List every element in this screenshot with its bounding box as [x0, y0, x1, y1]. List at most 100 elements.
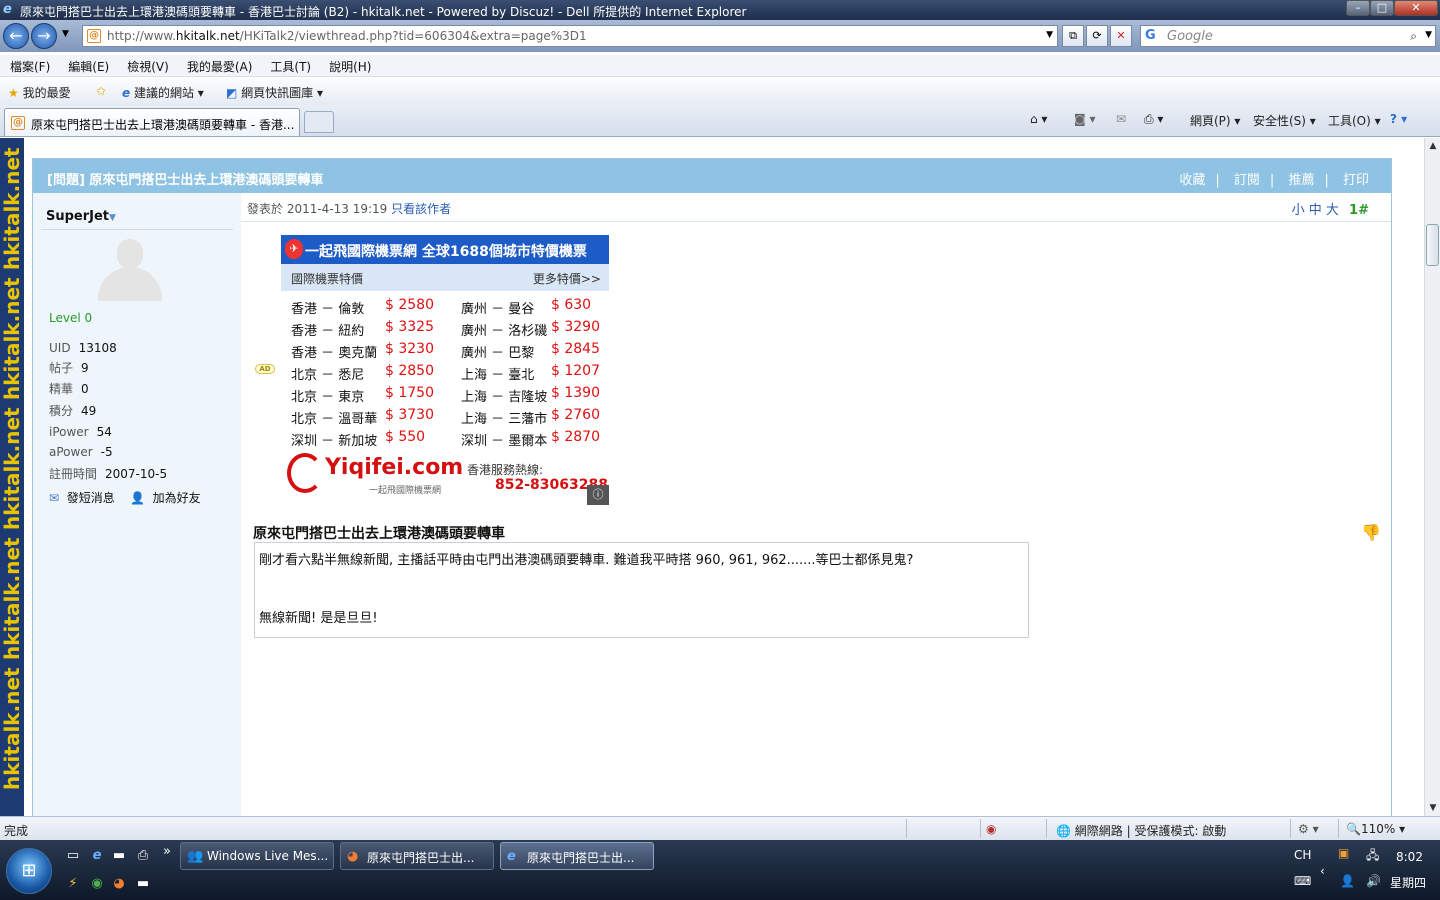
ie-icon: e [122, 86, 131, 100]
home-icon[interactable]: ⌂ ▾ [1030, 112, 1047, 126]
tray-expand-icon[interactable]: ‹ [1320, 864, 1325, 878]
menu-edit[interactable]: 編輯(E) [58, 55, 117, 75]
zoom-control[interactable]: 🔍110% ▾ [1346, 822, 1405, 836]
favorite-thread-link[interactable]: 收藏 [1179, 173, 1205, 188]
author-name[interactable]: SuperJet▼ [46, 209, 116, 224]
print-link[interactable]: 打印 [1343, 173, 1369, 188]
ad-more-link[interactable]: 更多特價>> [533, 270, 601, 287]
more-chevron-icon[interactable]: » [158, 844, 176, 860]
keyboard-icon[interactable]: ⌨ [1294, 874, 1311, 888]
maximize-button[interactable]: □ [1370, 0, 1394, 16]
mail-icon[interactable]: ✉ [1116, 112, 1126, 126]
people-icon[interactable]: 👤 [1340, 874, 1355, 888]
tools-icon[interactable]: ⚙ ▾ [1298, 822, 1319, 836]
feeds-icon[interactable]: ◙ ▾ [1074, 112, 1095, 126]
tab-current[interactable]: @ 原來屯門搭巴士出去上環港澳碼頭要轉車 - 香港... [4, 108, 300, 136]
message-icon: ✉ [49, 491, 60, 505]
add-friend-link[interactable]: 👤 加為好友 [130, 491, 201, 505]
ie-icon[interactable]: e [88, 848, 106, 864]
clock-time[interactable]: 8:02 [1396, 850, 1423, 864]
font-medium-link[interactable]: 中 [1309, 203, 1322, 218]
printer-icon[interactable]: ⎙ [134, 848, 152, 864]
start-button[interactable]: ⊞ [6, 848, 52, 894]
task-ie[interactable]: e 原來屯門搭巴士出... [500, 842, 654, 870]
close-button[interactable]: ✕ [1394, 0, 1438, 16]
favorites-bar: ★ 我的最愛 ✩ e 建議的網站 ▾ ◩ 網頁快訊圖庫 ▾ [0, 78, 1440, 105]
send-pm-link[interactable]: ✉ 發短消息 [49, 491, 115, 505]
scroll-thumb[interactable] [1426, 224, 1439, 266]
firefox-icon[interactable]: ◕ [110, 876, 128, 892]
minimize-button[interactable]: – [1346, 0, 1370, 16]
address-dropdown[interactable]: ▼ [1046, 30, 1053, 40]
flash-icon[interactable]: ⚡ [64, 876, 82, 892]
safety-menu[interactable]: 安全性(S) ▾ [1253, 112, 1316, 129]
url-domain: hkitalk.net [175, 29, 240, 43]
page-menu[interactable]: 網頁(P) ▾ [1190, 112, 1240, 129]
tab-label: 原來屯門搭巴士出去上環港澳碼頭要轉車 - 香港... [31, 118, 295, 132]
new-tab-button[interactable] [304, 111, 334, 133]
refresh-button[interactable]: ⟳ [1086, 25, 1108, 47]
favorites-button[interactable]: ★ 我的最愛 [8, 84, 71, 101]
separator: | [1324, 173, 1329, 188]
subscribe-link[interactable]: 訂閱 [1234, 173, 1260, 188]
vertical-scrollbar[interactable]: ▲ ▼ [1424, 138, 1440, 816]
status-bar: 完成 ◉ 🌐 網際網路 | 受保護模式: 啟動 ⚙ ▾ 🔍110% ▾ [0, 816, 1440, 840]
help-icon[interactable]: ? ▾ [1390, 112, 1407, 126]
stat-uid: UID 13108 [49, 341, 117, 355]
only-author-link[interactable]: 只看該作者 [391, 202, 451, 216]
print-icon[interactable]: ⎙ ▾ [1144, 112, 1163, 127]
compat-view-button[interactable]: ⧉ [1062, 25, 1084, 47]
scroll-up-arrow[interactable]: ▲ [1425, 138, 1440, 154]
menu-view[interactable]: 檢視(V) [117, 55, 177, 75]
forward-button[interactable]: → [31, 23, 57, 49]
task-messenger[interactable]: 👥 Windows Live Mes... [180, 842, 334, 870]
menu-tools[interactable]: 工具(T) [260, 55, 319, 75]
recommend-link[interactable]: 推薦 [1288, 173, 1314, 188]
search-box[interactable]: G Google ⌕ ▼ [1140, 25, 1436, 47]
drive-icon[interactable]: ▬ [134, 876, 152, 892]
volume-icon[interactable]: 🔊 [1366, 874, 1381, 888]
menu-file[interactable]: 檔案(F) [0, 55, 58, 75]
font-small-link[interactable]: 小 [1292, 203, 1305, 218]
language-indicator[interactable]: CH [1294, 848, 1311, 862]
back-button[interactable]: ← [3, 23, 29, 49]
drive-icon[interactable]: ▬ [110, 848, 128, 864]
hotline-label: 香港服務熱線: [467, 463, 544, 477]
stop-button[interactable]: ✕ [1110, 25, 1132, 47]
webslice-gallery-button[interactable]: ◩ 網頁快訊圖庫 ▾ [226, 84, 323, 101]
menu-help[interactable]: 說明(H) [319, 55, 379, 75]
address-field[interactable]: @ http://www.hkitalk.net/HKiTalk2/viewth… [82, 25, 1058, 47]
recent-pages-dropdown[interactable]: ▼ [62, 29, 69, 39]
task-firefox[interactable]: ◕ 原來屯門搭巴士出... [340, 842, 494, 870]
scroll-down-arrow[interactable]: ▼ [1425, 800, 1440, 816]
ie-icon: e [507, 849, 516, 864]
search-icon[interactable]: ⌕ [1410, 29, 1417, 44]
thumbs-down-icon[interactable]: 👎 [1361, 523, 1381, 542]
network-icon[interactable]: 🖧 [1366, 846, 1379, 867]
divider [41, 229, 233, 230]
ime-icon[interactable]: ▣ [1338, 846, 1349, 860]
floor-number[interactable]: 1# [1349, 203, 1369, 218]
show-desktop-icon[interactable]: ▭ [64, 848, 82, 864]
tools-menu[interactable]: 工具(O) ▾ [1328, 112, 1381, 129]
stat-registered: 註冊時間 2007-10-5 [49, 467, 168, 481]
clock-day[interactable]: 星期四 [1390, 874, 1426, 891]
site-favicon: @ [11, 116, 25, 130]
zone-text: 網際網路 | 受保護模式: 啟動 [1074, 824, 1227, 838]
search-dropdown[interactable]: ▼ [1425, 30, 1432, 40]
font-large-link[interactable]: 大 [1326, 203, 1339, 218]
chrome-icon[interactable]: ◉ [88, 876, 106, 892]
yiqifei-logo: Yiqifei.com 一起飛國際機票網 [287, 449, 463, 499]
info-icon[interactable]: ⓘ [587, 485, 609, 505]
privacy-icon[interactable]: ◉ [986, 822, 996, 836]
suggested-sites-button[interactable]: e 建議的網站 ▾ [122, 84, 204, 101]
stat-ipower: iPower 54 [49, 425, 112, 439]
flight-ad-banner[interactable]: ✈ 一起飛國際機票網 全球1688個城市特價機票 國際機票特價 更多特價>> 香… [281, 235, 609, 505]
menu-favorites[interactable]: 我的最愛(A) [177, 55, 261, 75]
add-favorite-icon[interactable]: ✩ [96, 84, 106, 98]
ad-row: 深圳 － 新加坡 $ 550 深圳 － 墨爾本 $ 2870 [291, 429, 600, 449]
security-zone[interactable]: 🌐 網際網路 | 受保護模式: 啟動 [1056, 822, 1226, 839]
ad-row: 香港 － 倫敦 $ 2580 廣州 － 曼谷 $ 630 [291, 297, 592, 317]
url-prefix: http://www. [107, 29, 176, 43]
address-toolbar: ← → ▼ @ http://www.hkitalk.net/HKiTalk2/… [0, 20, 1440, 52]
